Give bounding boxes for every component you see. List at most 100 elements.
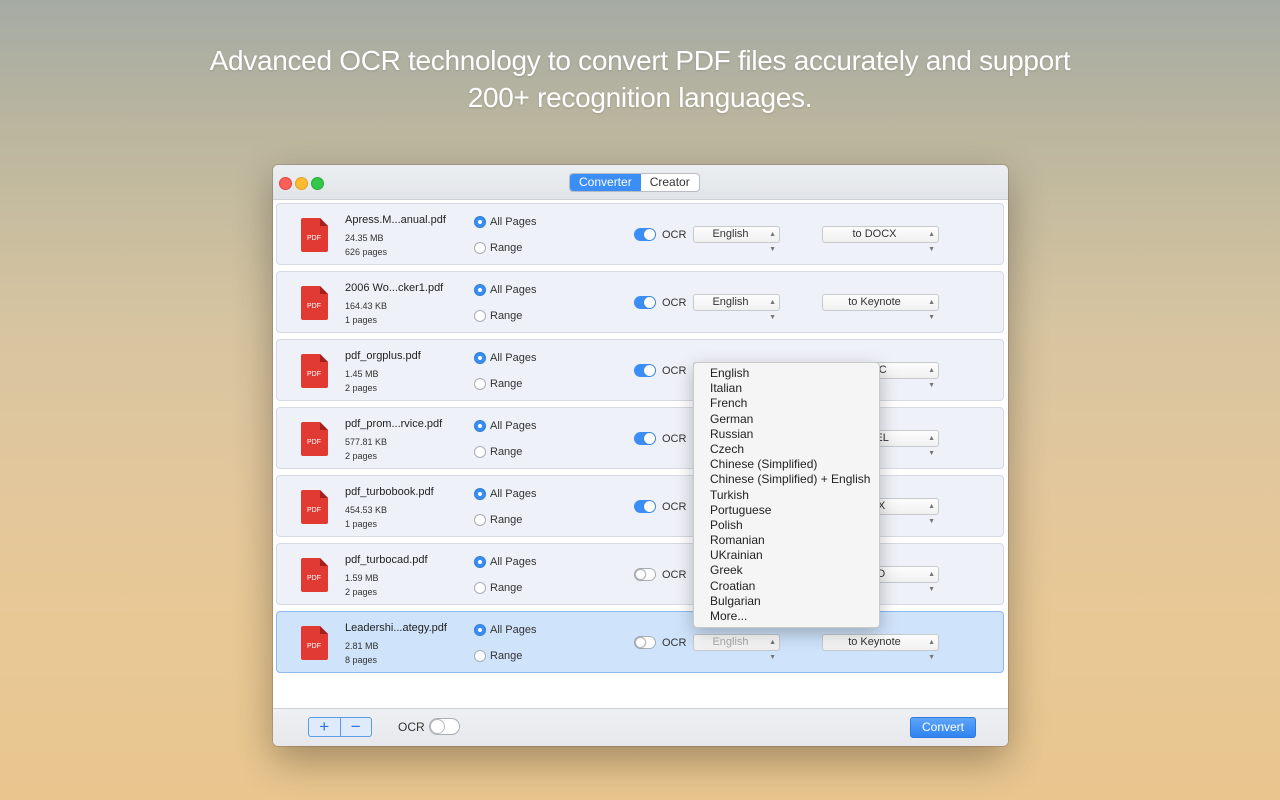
language-option[interactable]: Chinese (Simplified) + English <box>694 472 879 487</box>
ocr-toggle[interactable] <box>634 568 656 581</box>
language-option[interactable]: French <box>694 396 879 411</box>
toggle-knob <box>635 569 646 580</box>
language-option[interactable]: Portuguese <box>694 503 879 518</box>
add-remove-control: + − <box>308 717 372 737</box>
remove-file-button[interactable]: − <box>341 718 372 736</box>
ocr-toggle[interactable] <box>634 636 656 649</box>
svg-text:PDF: PDF <box>307 303 321 310</box>
file-name: pdf_turbobook.pdf <box>345 486 434 498</box>
language-popup-button[interactable]: English ▲▼ <box>693 634 780 661</box>
chevron-updown-icon: ▲▼ <box>928 435 935 457</box>
all-pages-label: All Pages <box>490 624 537 636</box>
range-label: Range <box>490 378 523 390</box>
ocr-toggle[interactable] <box>634 364 656 377</box>
all-pages-radio[interactable] <box>474 420 486 432</box>
zoom-window-button[interactable] <box>311 177 324 190</box>
file-row-2[interactable]: PDF 2006 Wo...cker1.pdf 164.43 KB 1 page… <box>276 271 1004 333</box>
range-label: Range <box>490 650 523 662</box>
range-radio[interactable] <box>474 446 486 458</box>
language-option[interactable]: Greek <box>694 563 879 578</box>
file-name: Leadershi...ategy.pdf <box>345 622 447 634</box>
ocr-toggle[interactable] <box>634 432 656 445</box>
range-radio[interactable] <box>474 378 486 390</box>
language-option[interactable]: Italian <box>694 381 879 396</box>
bottom-toolbar: + − OCR Convert <box>273 708 1008 746</box>
range-radio[interactable] <box>474 650 486 662</box>
convert-button[interactable]: Convert <box>910 717 976 738</box>
range-radio[interactable] <box>474 514 486 526</box>
pdf-file-icon: PDF <box>301 490 328 524</box>
chevron-updown-icon: ▲▼ <box>928 639 935 661</box>
range-radio[interactable] <box>474 310 486 322</box>
pdf-file-icon: PDF <box>301 558 328 592</box>
language-option[interactable]: Bulgarian <box>694 594 879 609</box>
language-value: English <box>712 228 749 240</box>
file-row-3[interactable]: PDF pdf_orgplus.pdf 1.45 MB 2 pages All … <box>276 339 1004 401</box>
toggle-knob <box>430 719 445 734</box>
file-row-6[interactable]: PDF pdf_turbocad.pdf 1.59 MB 2 pages All… <box>276 543 1004 605</box>
range-label: Range <box>490 514 523 526</box>
output-format-popup-button[interactable]: to Keynote ▲ ▼ <box>822 294 939 321</box>
tab-creator[interactable]: Creator <box>641 174 699 191</box>
range-radio[interactable] <box>474 582 486 594</box>
file-row-1[interactable]: PDF Apress.M...anual.pdf 24.35 MB 626 pa… <box>276 203 1004 265</box>
language-popup-button[interactable]: English ▲▼ <box>693 294 780 321</box>
file-page-count: 2 pages <box>345 451 378 461</box>
range-label: Range <box>490 310 523 322</box>
svg-text:PDF: PDF <box>307 235 321 242</box>
add-file-button[interactable]: + <box>309 718 340 736</box>
output-format-popup-button[interactable]: to DOCX ▲ ▼ <box>822 226 939 253</box>
range-radio[interactable] <box>474 242 486 254</box>
language-option[interactable]: Czech <box>694 442 879 457</box>
minimize-window-button[interactable] <box>295 177 308 190</box>
ocr-label: OCR <box>662 229 687 241</box>
toggle-knob <box>644 365 655 376</box>
all-pages-label: All Pages <box>490 420 537 432</box>
output-format-popup-button[interactable]: to Keynote ▲ ▼ <box>822 634 939 661</box>
ocr-toggle[interactable] <box>634 228 656 241</box>
language-option[interactable]: Turkish <box>694 488 879 503</box>
chevron-updown-icon: ▲▼ <box>928 503 935 525</box>
file-name: pdf_orgplus.pdf <box>345 350 421 362</box>
chevron-updown-icon: ▲▼ <box>769 299 776 321</box>
file-name: pdf_prom...rvice.pdf <box>345 418 443 430</box>
chevron-updown-icon: ▲▼ <box>769 231 776 253</box>
language-value: English <box>712 296 749 308</box>
language-option[interactable]: Russian <box>694 427 879 442</box>
chevron-updown-icon: ▲▼ <box>928 299 935 321</box>
close-window-button[interactable] <box>279 177 292 190</box>
headline-line-1: Advanced OCR technology to convert PDF f… <box>209 45 1071 76</box>
language-option[interactable]: English <box>694 366 879 381</box>
language-option[interactable]: Croatian <box>694 579 879 594</box>
language-option[interactable]: Chinese (Simplified) <box>694 457 879 472</box>
file-row-5[interactable]: PDF pdf_turbobook.pdf 454.53 KB 1 pages … <box>276 475 1004 537</box>
all-pages-radio[interactable] <box>474 488 486 500</box>
file-size: 2.81 MB <box>345 641 379 651</box>
all-pages-radio[interactable] <box>474 556 486 568</box>
language-option[interactable]: UKrainian <box>694 548 879 563</box>
language-option[interactable]: More... <box>694 609 879 624</box>
file-page-count: 2 pages <box>345 587 378 597</box>
global-ocr-toggle[interactable] <box>429 718 460 735</box>
headline: Advanced OCR technology to convert PDF f… <box>0 42 1280 116</box>
language-dropdown-menu: English Italian French German Russian Czech Ch… <box>693 362 880 628</box>
all-pages-radio[interactable] <box>474 284 486 296</box>
language-option[interactable]: Polish <box>694 518 879 533</box>
pdf-file-icon: PDF <box>301 286 328 320</box>
language-popup-button[interactable]: English ▲▼ <box>693 226 780 253</box>
format-value: to DOCX <box>852 228 897 240</box>
all-pages-radio[interactable] <box>474 216 486 228</box>
pdf-file-icon: PDF <box>301 354 328 388</box>
tab-converter[interactable]: Converter <box>570 174 641 191</box>
file-row-7[interactable]: PDF Leadershi...ategy.pdf 2.81 MB 8 page… <box>276 611 1004 673</box>
all-pages-radio[interactable] <box>474 624 486 636</box>
language-option[interactable]: Romanian <box>694 533 879 548</box>
all-pages-radio[interactable] <box>474 352 486 364</box>
language-option[interactable]: German <box>694 412 879 427</box>
ocr-toggle[interactable] <box>634 500 656 513</box>
all-pages-label: All Pages <box>490 352 537 364</box>
file-row-4[interactable]: PDF pdf_prom...rvice.pdf 577.81 KB 2 pag… <box>276 407 1004 469</box>
file-name: pdf_turbocad.pdf <box>345 554 428 566</box>
ocr-label: OCR <box>662 569 687 581</box>
ocr-toggle[interactable] <box>634 296 656 309</box>
